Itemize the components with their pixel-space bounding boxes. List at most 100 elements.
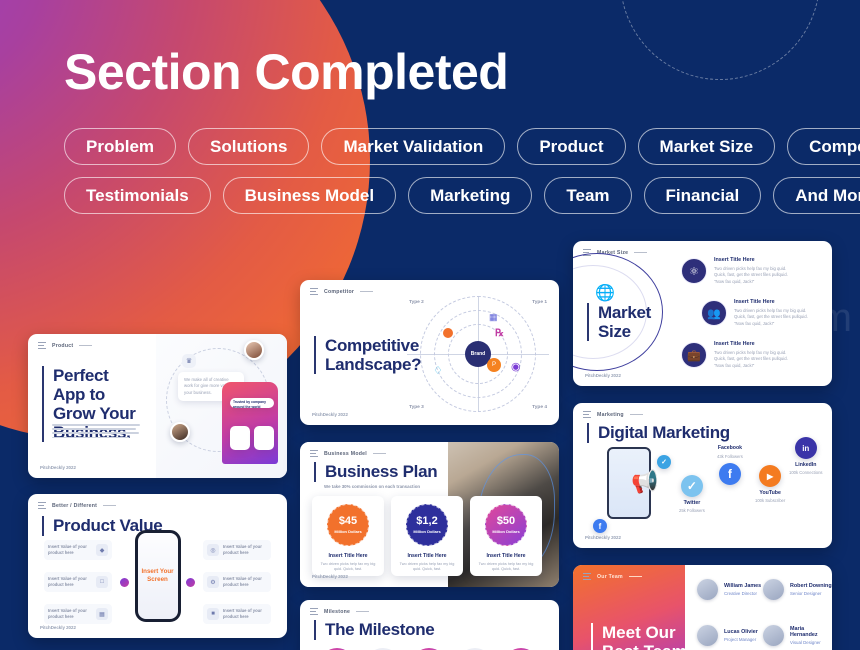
team-member-2-name: Robert Downing (790, 583, 832, 590)
trusted-badge: Trusted by company around the world (230, 398, 274, 410)
pill-testimonials[interactable]: Testimonials (64, 177, 211, 214)
business-slide-header: Business Model (300, 442, 396, 457)
money-unit-2: Million Dollars (413, 529, 441, 534)
team-member-3-text: Lucas Olivier Project Manager (724, 629, 758, 642)
money-circle-1: $45 Million Dollars (327, 504, 369, 546)
pill-competitor[interactable]: Competitor (787, 128, 860, 165)
pill-solutions[interactable]: Solutions (188, 128, 310, 165)
marketing-kicker: Marketing (597, 411, 624, 418)
value-item-right-1: ◎ Insert Value of your product here (203, 540, 271, 560)
divider-dash (356, 611, 370, 612)
channel-linkedin-name: LinkedIn (795, 462, 817, 468)
value-item-label: Insert Value of your product here (48, 544, 87, 555)
pill-market-size[interactable]: Market Size (637, 128, 776, 165)
slide-card-product-value[interactable]: Better / Different Product Value Insert … (28, 494, 287, 638)
channel-youtube-name: YouTube (759, 490, 781, 496)
slide-card-milestone[interactable]: Milestone The Milestone (300, 600, 559, 650)
money-title-3: Insert Title Here (486, 553, 526, 559)
pill-and-more[interactable]: And More (773, 177, 860, 214)
megaphone-icon: 📢 (631, 469, 659, 494)
market-item-3-text: Insert Title Here Two driven picks help … (714, 341, 792, 369)
competitor-kicker: Competitor (324, 288, 355, 295)
menu-icon (583, 411, 591, 418)
value-slide-header: Better / Different (28, 494, 287, 509)
product-title-l3: Grow Your (53, 404, 136, 424)
gear-icon: ⚙ (207, 576, 219, 588)
competitor-logo-circles-icon: ◉ (511, 361, 521, 373)
business-title: Business Plan (314, 462, 438, 482)
money-desc-3: Two driven picks help fax my big quid. Q… (478, 562, 534, 572)
market-item-1-desc: Two driven picks help fax my big quid. Q… (714, 266, 788, 284)
phone-mockup (222, 382, 278, 464)
money-title-1: Insert Title Here (328, 553, 368, 559)
team-member-1-role: Creative Director (724, 590, 757, 596)
channel-facebook-stat: 43k Followers (717, 454, 743, 459)
divider-dash (360, 291, 374, 292)
globe-icon: ⚛ (681, 258, 707, 285)
channel-facebook: Facebook 43k Followers f (717, 445, 743, 485)
channel-youtube-stat: 100k Subscriber (755, 497, 786, 503)
stat-card-1 (230, 426, 250, 450)
channel-youtube: ▶ YouTube 100k Subscriber (755, 465, 785, 503)
product-kicker: Product (52, 342, 74, 349)
channel-twitter-stat: 25k Followers (679, 507, 705, 513)
value-title-main: Product (53, 516, 120, 535)
pill-market-validation[interactable]: Market Validation (321, 128, 506, 165)
money-title-2: Insert Title Here (407, 553, 447, 559)
slide-card-digital-marketing[interactable]: Marketing Digital Marketing 📢 ✓ Twitter … (573, 403, 832, 548)
competitor-footer: PitchDeckly 2022 (312, 412, 348, 417)
slide-card-product[interactable]: Product Perfect App to Grow Your Busines… (28, 334, 287, 478)
quadrant-label-type-3: Type 3 (409, 405, 424, 410)
slide-card-our-team[interactable]: Our Team Meet Our Best Team William Jame… (573, 565, 832, 650)
marketing-footer: PitchDeckly 2022 (585, 535, 621, 540)
value-item-right-2: ⚙ Insert Value of your product here (203, 572, 271, 592)
marketing-title-accent: Marketing (652, 423, 730, 442)
presentation-preview-stage: m Section Completed Problem Solutions Ma… (0, 0, 860, 650)
product-slide-header: Product (28, 334, 156, 349)
money-card-1: $45 Million Dollars Insert Title Here Tw… (312, 496, 384, 576)
menu-icon (38, 342, 46, 349)
briefcase-icon: ■ (207, 608, 219, 620)
money-unit-3: Million Dollars (492, 529, 520, 534)
avatar (763, 579, 784, 600)
pill-problem[interactable]: Problem (64, 128, 177, 165)
pill-row-2: Testimonials Business Model Marketing Te… (64, 177, 860, 214)
milestone-title-main: The (325, 620, 359, 639)
target-icon: ◎ (207, 544, 219, 556)
phone-screen-label: Insert Your Screen (141, 568, 173, 584)
team-title: Meet Our Best Team (591, 623, 687, 650)
value-item-label: Insert Value of your product here (223, 544, 262, 555)
slide-card-competitor[interactable]: Competitor Competitive Landscape? Brand … (300, 280, 559, 425)
milestone-kicker: Milestone (324, 608, 351, 615)
value-item-label: Insert Value of your product here (48, 608, 87, 619)
competitor-logo-crown-icon: ♢ (433, 365, 443, 377)
avatar (697, 625, 718, 646)
page-title: Section Completed (64, 44, 509, 100)
team-kicker: Our Team (597, 573, 623, 580)
team-member-3-name: Lucas Olivier (724, 629, 758, 636)
trusted-badge-text: Trusted by company around the world (233, 400, 266, 410)
trophy-icon: ♛ (182, 354, 196, 368)
pill-marketing[interactable]: Marketing (408, 177, 533, 214)
slide-card-business-plan[interactable]: Business Model Business Plan We take 30%… (300, 442, 559, 587)
team-member-3-role: Project Manager (724, 636, 757, 642)
menu-icon (310, 608, 318, 615)
market-item-2-title: Insert Title Here (734, 299, 775, 305)
divider-dash (103, 505, 117, 506)
market-item-2-desc: Two driven picks help fax my big quid. Q… (734, 308, 808, 326)
dashed-circle-decoration (620, 0, 820, 80)
business-footer: PitchDeckly 2022 (312, 574, 348, 579)
product-footer: PitchDeckly 2022 (40, 465, 76, 470)
connector-node-right (186, 578, 195, 587)
pill-team[interactable]: Team (544, 177, 632, 214)
slide-card-market-size[interactable]: Market Size 🌐 Market Size ⚛ Insert Title… (573, 241, 832, 386)
market-item-3-title: Insert Title Here (714, 341, 755, 347)
pill-business-model[interactable]: Business Model (222, 177, 397, 214)
marketing-slide-header: Marketing (573, 403, 832, 418)
money-card-3: $50 Million Dollars Insert Title Here Tw… (470, 496, 542, 576)
money-unit-1: Million Dollars (334, 529, 362, 534)
pill-financial[interactable]: Financial (643, 177, 762, 214)
competitor-logo-glyph-icon: ℞ (495, 328, 504, 339)
market-title-accent: Size (598, 322, 631, 342)
pill-product[interactable]: Product (517, 128, 626, 165)
